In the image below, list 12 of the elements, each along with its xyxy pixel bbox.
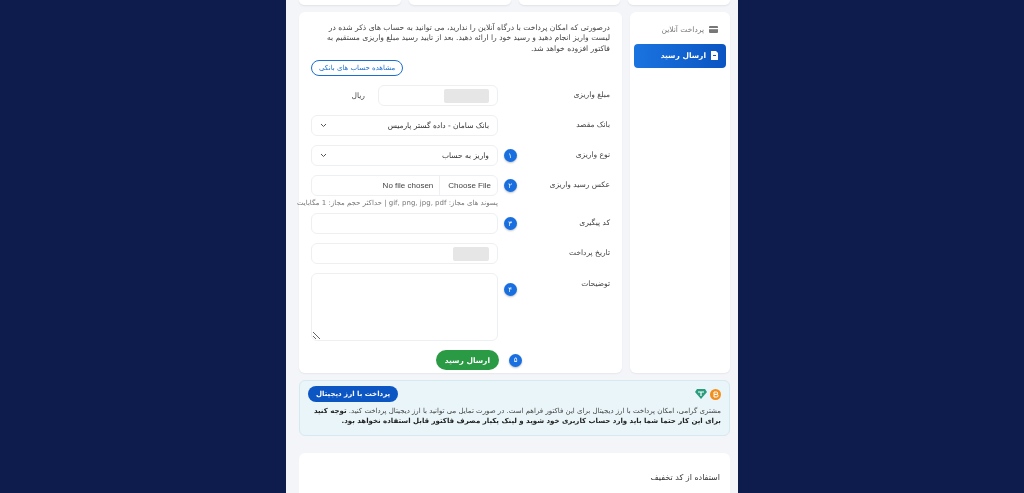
description-field[interactable] [311, 273, 498, 342]
chevron-down-icon [320, 153, 327, 159]
amount-field[interactable] [378, 85, 498, 107]
tether-icon [695, 389, 707, 399]
credit-card-icon [709, 26, 718, 34]
file-icon [711, 51, 718, 61]
file-name-text: No file chosen [382, 181, 434, 191]
input-field[interactable] [311, 243, 498, 265]
discount-title: استفاده از کد تخفیف [650, 473, 720, 482]
bitcoin-icon [710, 388, 721, 400]
chevron-down-icon [320, 123, 327, 129]
choose-file-button[interactable]: Choose File [439, 176, 497, 196]
